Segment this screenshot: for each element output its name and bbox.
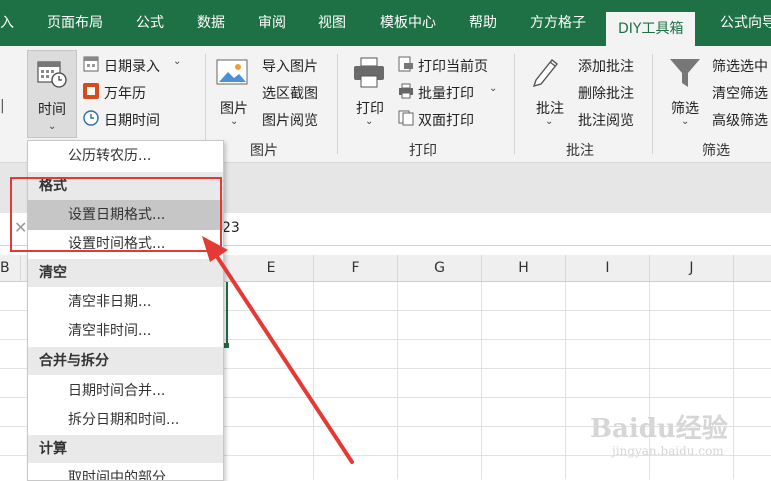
watermark-brand: Baidu经验 [590,414,728,444]
watermark-url: jingyan.baidu.com [612,444,724,458]
